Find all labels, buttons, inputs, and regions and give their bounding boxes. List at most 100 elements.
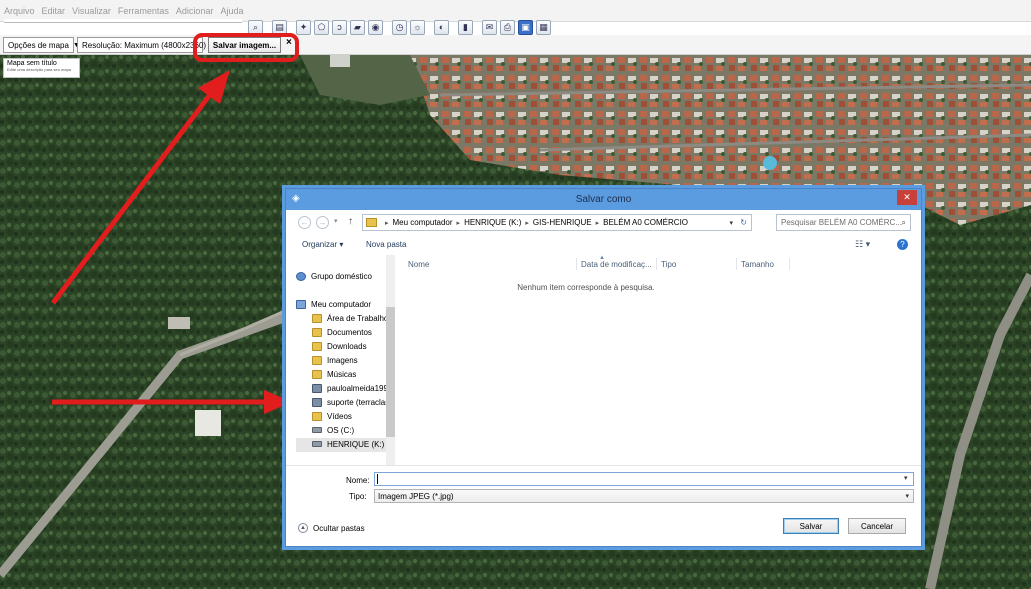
folder-icon (312, 355, 322, 365)
nav-label: Área de Trabalho (327, 313, 389, 323)
save-image-icon[interactable]: ▣ (518, 20, 533, 35)
map-title: Mapa sem título (7, 60, 57, 67)
menu-editar[interactable]: Editar (42, 6, 66, 16)
sun-icon[interactable]: ☼ (410, 20, 425, 35)
search-placeholder: Pesquisar BELÉM A0 COMÉRC... (781, 218, 902, 227)
planets-icon[interactable]: ◐ (434, 20, 449, 35)
column-divider[interactable] (789, 258, 790, 270)
nav-item-drive-k[interactable]: HENRIQUE (K:) (312, 438, 384, 450)
refresh-icon[interactable]: ↻ (740, 218, 747, 227)
filename-input[interactable] (374, 472, 914, 486)
path-icon[interactable]: ↄ (332, 20, 347, 35)
menu-adicionar[interactable]: Adicionar (176, 6, 214, 16)
map-options-label: Opções de mapa (8, 40, 69, 50)
back-icon[interactable]: ← (298, 216, 311, 229)
placemark-icon[interactable]: ✦ (296, 20, 311, 35)
tour-icon[interactable]: ◉ (368, 20, 383, 35)
nav-item-desktop[interactable]: Área de Trabalho (312, 312, 388, 324)
menu-arquivo[interactable]: Arquivo (4, 6, 35, 16)
folder-icon (366, 218, 377, 227)
menu-ajuda[interactable]: Ajuda (220, 6, 243, 16)
folder-search-input[interactable]: Pesquisar BELÉM A0 COMÉRC... ⌕ (776, 214, 911, 231)
navigation-bar: ← → ▾ ↑ ▸ Meu computador ▸ HENRIQUE (K:)… (286, 213, 921, 233)
nav-item-drive-c[interactable]: OS (C:) (312, 424, 354, 436)
column-divider[interactable] (656, 258, 657, 270)
map-icon[interactable]: ▦ (536, 20, 551, 35)
nav-item-computer[interactable]: Meu computador (296, 298, 371, 310)
command-bar: Organizar ▾ Nova pasta ☷ ▾ ? (286, 236, 921, 254)
column-divider[interactable] (736, 258, 737, 270)
filetype-select[interactable]: Imagem JPEG (*.jpg) ▾ (374, 489, 914, 503)
nav-label: Downloads (327, 341, 367, 351)
column-size[interactable]: Tamanho (741, 260, 774, 269)
empty-message: Nenhum item corresponde à pesquisa. (517, 283, 655, 292)
user-folder-icon (312, 397, 322, 407)
drive-icon (312, 441, 322, 447)
hide-folders-label: Ocultar pastas (313, 523, 365, 533)
email-icon[interactable]: ✉ (482, 20, 497, 35)
cancel-button[interactable]: Cancelar (848, 518, 906, 534)
nav-item-user-suporte[interactable]: suporte (terraclas (312, 396, 389, 408)
ruler-icon[interactable]: ▮ (458, 20, 473, 35)
new-folder-button[interactable]: Nova pasta (366, 240, 406, 249)
close-button[interactable]: ✕ (897, 190, 917, 205)
nav-label: Imagens (327, 355, 358, 365)
history-icon[interactable]: ◷ (392, 20, 407, 35)
map-description: Edite uma descrição para seu mapa (7, 67, 72, 72)
nav-item-downloads[interactable]: Downloads (312, 340, 367, 352)
breadcrumb-current-folder[interactable]: BELÉM A0 COMÉRCIO (603, 218, 688, 227)
folder-icon (312, 341, 322, 351)
nav-label: HENRIQUE (K:) (327, 439, 385, 449)
divider (286, 465, 921, 466)
nav-scrollbar-thumb[interactable] (386, 307, 395, 437)
nav-label: Meu computador (311, 299, 372, 309)
up-icon[interactable]: ↑ (348, 216, 353, 227)
filetype-label: Tipo: (349, 492, 367, 501)
column-divider[interactable] (576, 258, 577, 270)
save-button[interactable]: Salvar (783, 518, 839, 534)
map-options-dropdown[interactable]: Opções de mapa ▼ (3, 37, 80, 53)
breadcrumb-separator-icon: ▸ (456, 219, 461, 227)
overlay-icon[interactable]: ▰ (350, 20, 365, 35)
help-icon[interactable]: ? (897, 239, 908, 250)
forward-icon[interactable]: → (316, 216, 329, 229)
dialog-titlebar[interactable]: ◈ Salvar como ✕ (286, 189, 921, 210)
nav-label: Vídeos (327, 411, 352, 421)
search-input[interactable] (4, 19, 242, 23)
breadcrumb-my-computer[interactable]: Meu computador (393, 218, 453, 227)
nav-label: suporte (terraclas (327, 397, 390, 407)
breadcrumb-gis-henrique[interactable]: GIS-HENRIQUE (533, 218, 592, 227)
folder-icon (312, 327, 322, 337)
chevron-down-icon[interactable]: ▾ (729, 219, 733, 227)
address-bar[interactable]: ▸ Meu computador ▸ HENRIQUE (K:) ▸ GIS-H… (362, 214, 752, 231)
breadcrumb-separator-icon: ▸ (525, 219, 529, 227)
chevron-down-icon[interactable]: ▾ (904, 474, 908, 482)
app-window: Arquivo Editar Visualizar Ferramentas Ad… (0, 0, 1031, 589)
menu-visualizar[interactable]: Visualizar (72, 6, 111, 16)
chevron-up-icon: ▲ (298, 523, 308, 533)
column-date-modified[interactable]: Data de modificaç... (581, 260, 652, 269)
print-icon[interactable]: ⎙ (500, 20, 515, 35)
breadcrumb-separator-icon: ▸ (595, 219, 600, 227)
nav-label: Músicas (327, 369, 357, 379)
polygon-icon[interactable]: ⬠ (314, 20, 329, 35)
homegroup-icon (296, 271, 306, 281)
organize-button[interactable]: Organizar ▾ (302, 240, 343, 249)
resolution-dropdown[interactable]: Resolução: Maximum (4800x2360) ▼ (77, 37, 217, 53)
folder-icon (312, 369, 322, 379)
map-title-card[interactable]: Mapa sem título Edite uma descrição para… (3, 58, 80, 78)
column-type[interactable]: Tipo (661, 260, 676, 269)
file-list[interactable]: ▲ Nome Data de modificaç... Tipo Tamanho… (396, 255, 921, 465)
recent-chevron-icon[interactable]: ▾ (334, 217, 338, 225)
menu-ferramentas[interactable]: Ferramentas (118, 6, 169, 16)
nav-item-homegroup[interactable]: Grupo doméstico (296, 270, 372, 282)
nav-item-music[interactable]: Músicas (312, 368, 356, 380)
column-name[interactable]: Nome (408, 260, 429, 269)
nav-item-videos[interactable]: Vídeos (312, 410, 352, 422)
nav-item-pictures[interactable]: Imagens (312, 354, 358, 366)
nav-item-documents[interactable]: Documentos (312, 326, 372, 338)
breadcrumb-drive-k[interactable]: HENRIQUE (K:) (464, 218, 521, 227)
hide-folders-toggle[interactable]: ▲ Ocultar pastas (298, 523, 365, 533)
nav-item-user-paulo[interactable]: pauloalmeida199 (312, 382, 388, 394)
view-options-icon[interactable]: ☷ ▾ (855, 239, 870, 250)
